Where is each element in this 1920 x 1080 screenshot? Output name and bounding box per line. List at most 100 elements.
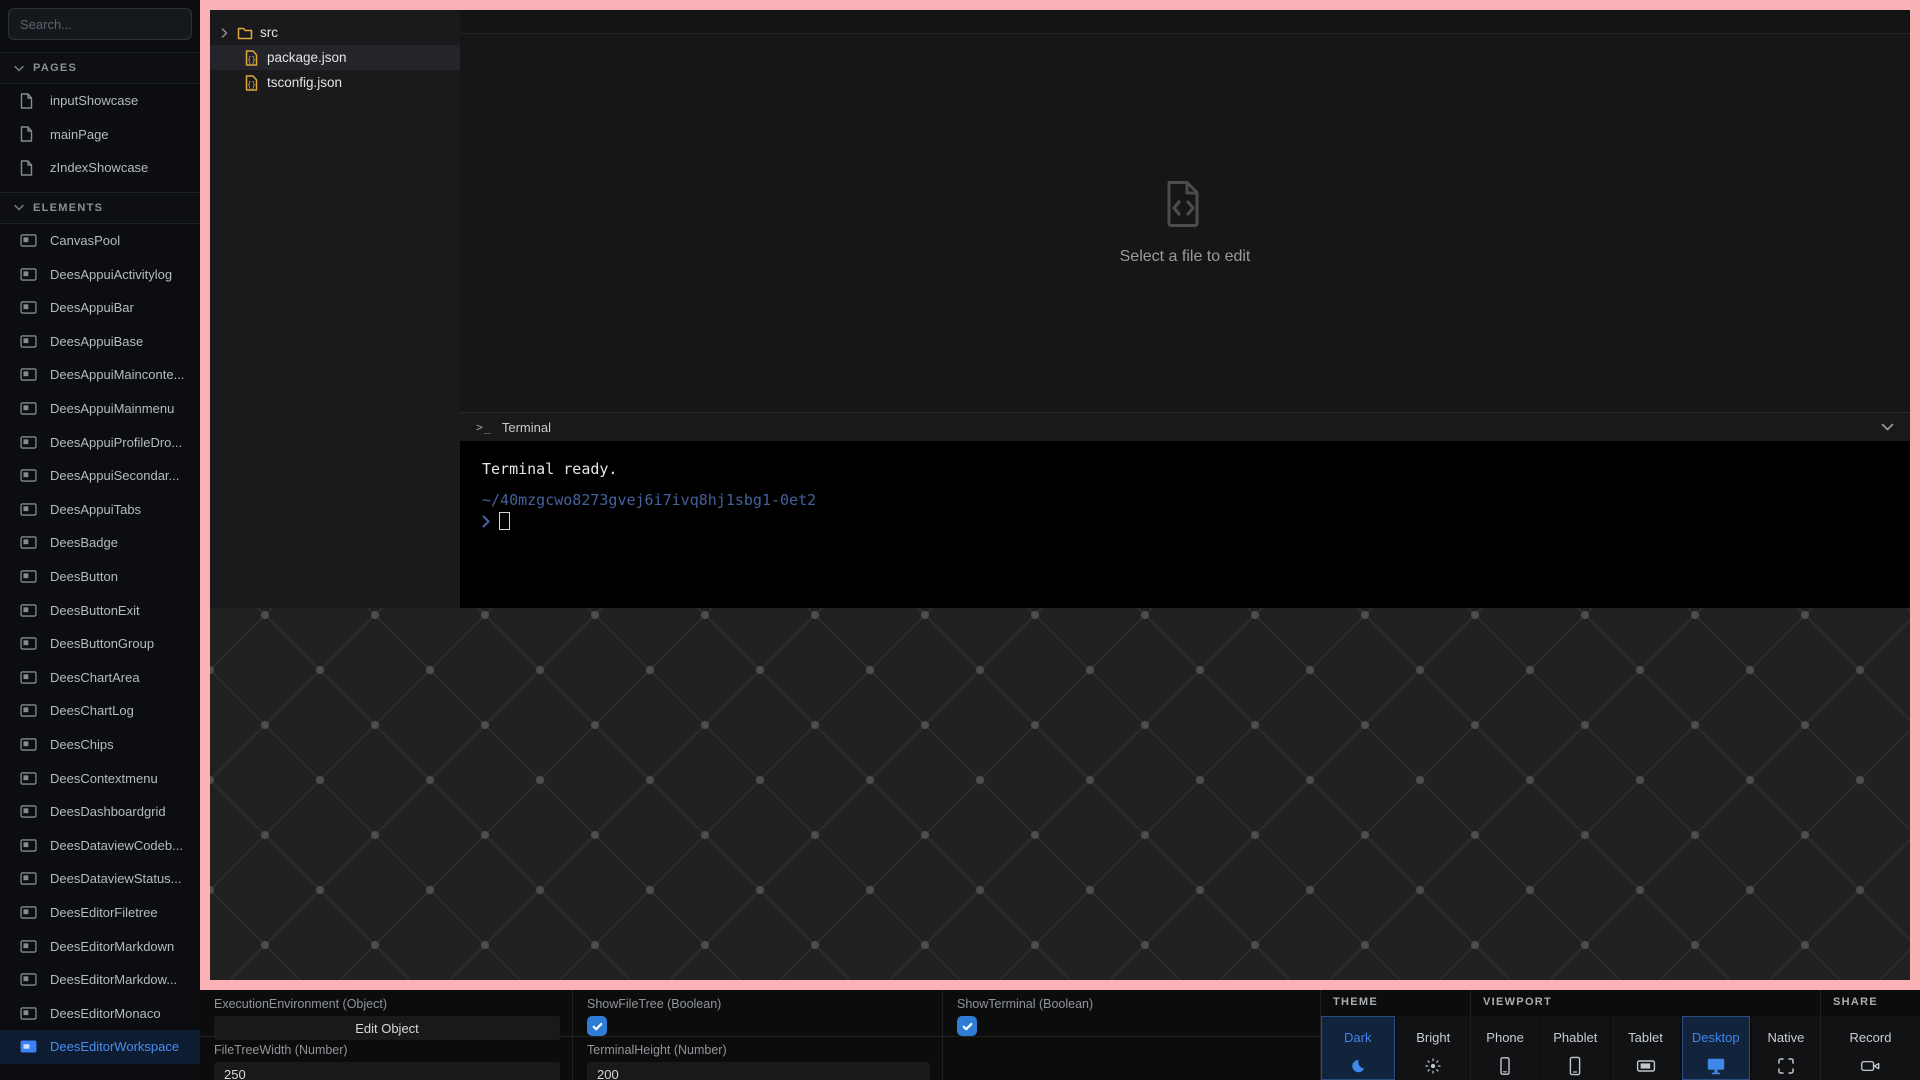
filetree-width-input[interactable] xyxy=(214,1062,560,1080)
sidebar-item-DeesAppuiProfileDro[interactable]: DeesAppuiProfileDro... xyxy=(0,425,200,459)
chevron-down-icon[interactable] xyxy=(1881,423,1894,431)
file-code-icon xyxy=(1166,180,1204,233)
sidebar-item-DeesAppuiSecondar[interactable]: DeesAppuiSecondar... xyxy=(0,459,200,493)
show-terminal-checkbox[interactable] xyxy=(957,1016,977,1036)
viewport-button-tablet[interactable]: Tablet xyxy=(1611,1016,1679,1080)
sidebar-item-DeesButtonGroup[interactable]: DeesButtonGroup xyxy=(0,627,200,661)
terminal-title: Terminal xyxy=(502,420,551,435)
sidebar-item-DeesChartLog[interactable]: DeesChartLog xyxy=(0,694,200,728)
widget-icon xyxy=(20,1007,37,1020)
theme-button-bright[interactable]: Bright xyxy=(1397,1016,1471,1080)
sidebar-item-label: DeesEditorFiletree xyxy=(50,905,158,920)
viewport-button-phone[interactable]: Phone xyxy=(1471,1016,1539,1080)
sidebar-item-label: DeesChartArea xyxy=(50,670,140,685)
prop-label: FileTreeWidth (Number) xyxy=(214,1043,560,1057)
share-buttons: Record xyxy=(1821,1013,1920,1080)
sidebar-item-DeesChartArea[interactable]: DeesChartArea xyxy=(0,661,200,695)
sidebar-item-CanvasPool[interactable]: CanvasPool xyxy=(0,224,200,258)
terminal-output[interactable]: Terminal ready. ~/40mzgcwo8273gvej6i7ivq… xyxy=(460,441,1910,608)
sidebar-item-DeesDataviewStatus[interactable]: DeesDataviewStatus... xyxy=(0,862,200,896)
section-label: PAGES xyxy=(33,62,77,74)
sidebar-item-DeesDashboardgrid[interactable]: DeesDashboardgrid xyxy=(0,795,200,829)
prop-filetree-width: FileTreeWidth (Number) xyxy=(200,1037,572,1080)
sidebar-item-inputShowcase[interactable]: inputShowcase xyxy=(0,84,200,118)
sidebar-item-DeesAppuiMainconte[interactable]: DeesAppuiMainconte... xyxy=(0,358,200,392)
widget-icon xyxy=(20,637,37,650)
filetree-row-label: tsconfig.json xyxy=(267,75,342,90)
sidebar-item-DeesAppuiBase[interactable]: DeesAppuiBase xyxy=(0,325,200,359)
button-label: Desktop xyxy=(1692,1030,1740,1045)
json-file-icon: {} xyxy=(245,50,258,66)
terminal-height-input[interactable] xyxy=(587,1062,930,1080)
sidebar-item-label: DeesChips xyxy=(50,737,114,752)
phablet-icon xyxy=(1565,1056,1585,1076)
sidebar-item-label: DeesBadge xyxy=(50,535,118,550)
sidebar-item-DeesAppuiTabs[interactable]: DeesAppuiTabs xyxy=(0,493,200,527)
sidebar-item-DeesEditorFiletree[interactable]: DeesEditorFiletree xyxy=(0,896,200,930)
sidebar-item-DeesBadge[interactable]: DeesBadge xyxy=(0,526,200,560)
chevron-down-icon xyxy=(14,65,24,72)
widget-icon xyxy=(20,335,37,348)
sidebar-item-zIndexShowcase[interactable]: zIndexShowcase xyxy=(0,151,200,185)
prop-empty xyxy=(943,1037,1320,1080)
viewport-button-desktop[interactable]: Desktop xyxy=(1682,1016,1750,1080)
terminal-path-line: ~/40mzgcwo8273gvej6i7ivq8hj1sbg1-0et2 xyxy=(482,491,1888,509)
viewport-section-header: VIEWPORT xyxy=(1471,990,1820,1013)
sidebar-item-DeesAppuiMainmenu[interactable]: DeesAppuiMainmenu xyxy=(0,392,200,426)
sidebar-section-header-elements[interactable]: ELEMENTS xyxy=(0,192,200,224)
terminal-prompt-icon: >_ xyxy=(476,420,492,434)
widget-selected-icon xyxy=(20,1040,37,1053)
sidebar-item-DeesDataviewCodeb[interactable]: DeesDataviewCodeb... xyxy=(0,828,200,862)
sidebar-item-DeesEditorWorkspace[interactable]: DeesEditorWorkspace xyxy=(0,1030,200,1064)
filetree-row-src[interactable]: src xyxy=(210,20,460,45)
sidebar-item-DeesAppuiBar[interactable]: DeesAppuiBar xyxy=(0,291,200,325)
share-button-record[interactable]: Record xyxy=(1821,1016,1920,1080)
widget-icon xyxy=(20,940,37,953)
widget-icon xyxy=(20,301,37,314)
sidebar-item-label: zIndexShowcase xyxy=(50,160,148,175)
share-section-header: SHARE xyxy=(1821,990,1920,1013)
sidebar-item-DeesEditorMarkdow[interactable]: DeesEditorMarkdow... xyxy=(0,963,200,997)
prop-label: ExecutionEnvironment (Object) xyxy=(214,997,560,1011)
sun-icon xyxy=(1424,1056,1442,1076)
widget-icon xyxy=(20,234,37,247)
filetree-row-package.json[interactable]: {}package.json xyxy=(210,45,460,70)
sidebar-item-DeesButton[interactable]: DeesButton xyxy=(0,560,200,594)
viewport-button-native[interactable]: Native xyxy=(1752,1016,1820,1080)
prop-label: ShowTerminal (Boolean) xyxy=(957,997,1308,1011)
editor-workspace-demo: src{}package.json{}tsconfig.json Select … xyxy=(210,10,1910,608)
sidebar-item-label: DeesEditorMonaco xyxy=(50,1006,161,1021)
sidebar-item-DeesEditorMarkdown[interactable]: DeesEditorMarkdown xyxy=(0,929,200,963)
sidebar-section-header-pages[interactable]: PAGES xyxy=(0,52,200,84)
widget-icon xyxy=(20,772,37,785)
button-label: Native xyxy=(1767,1030,1804,1045)
widget-icon xyxy=(20,671,37,684)
sidebar-item-DeesChips[interactable]: DeesChips xyxy=(0,728,200,762)
widget-icon xyxy=(20,436,37,449)
sidebar-item-label: DeesDashboardgrid xyxy=(50,804,166,819)
prop-col-2: ShowFileTree (Boolean) TerminalHeight (N… xyxy=(573,990,943,1080)
prop-col-1: ExecutionEnvironment (Object) Edit Objec… xyxy=(200,990,573,1080)
sidebar-item-DeesEditorMonaco[interactable]: DeesEditorMonaco xyxy=(0,996,200,1030)
widget-icon xyxy=(20,368,37,381)
prop-execution-environment: ExecutionEnvironment (Object) Edit Objec… xyxy=(200,990,572,1037)
sidebar-item-mainPage[interactable]: mainPage xyxy=(0,118,200,152)
sidebar-item-DeesContextmenu[interactable]: DeesContextmenu xyxy=(0,761,200,795)
search-input[interactable] xyxy=(8,8,192,40)
viewport-button-phablet[interactable]: Phablet xyxy=(1541,1016,1609,1080)
theme-button-dark[interactable]: Dark xyxy=(1321,1016,1395,1080)
theme-section: THEME DarkBright xyxy=(1320,990,1470,1080)
widget-icon xyxy=(20,402,37,415)
filetree-row-tsconfig.json[interactable]: {}tsconfig.json xyxy=(210,70,460,95)
sidebar-item-label: inputShowcase xyxy=(50,93,138,108)
page-icon xyxy=(20,93,37,109)
chevron-right-icon xyxy=(221,28,230,38)
sidebar-item-DeesButtonExit[interactable]: DeesButtonExit xyxy=(0,593,200,627)
widget-icon xyxy=(20,973,37,986)
file-tree-panel: src{}package.json{}tsconfig.json xyxy=(210,10,460,608)
sidebar-item-label: DeesEditorWorkspace xyxy=(50,1039,179,1054)
desktop-icon xyxy=(1706,1056,1726,1076)
show-filetree-checkbox[interactable] xyxy=(587,1016,607,1036)
sidebar-item-DeesAppuiActivitylog[interactable]: DeesAppuiActivitylog xyxy=(0,257,200,291)
terminal-header[interactable]: >_ Terminal xyxy=(460,412,1910,441)
